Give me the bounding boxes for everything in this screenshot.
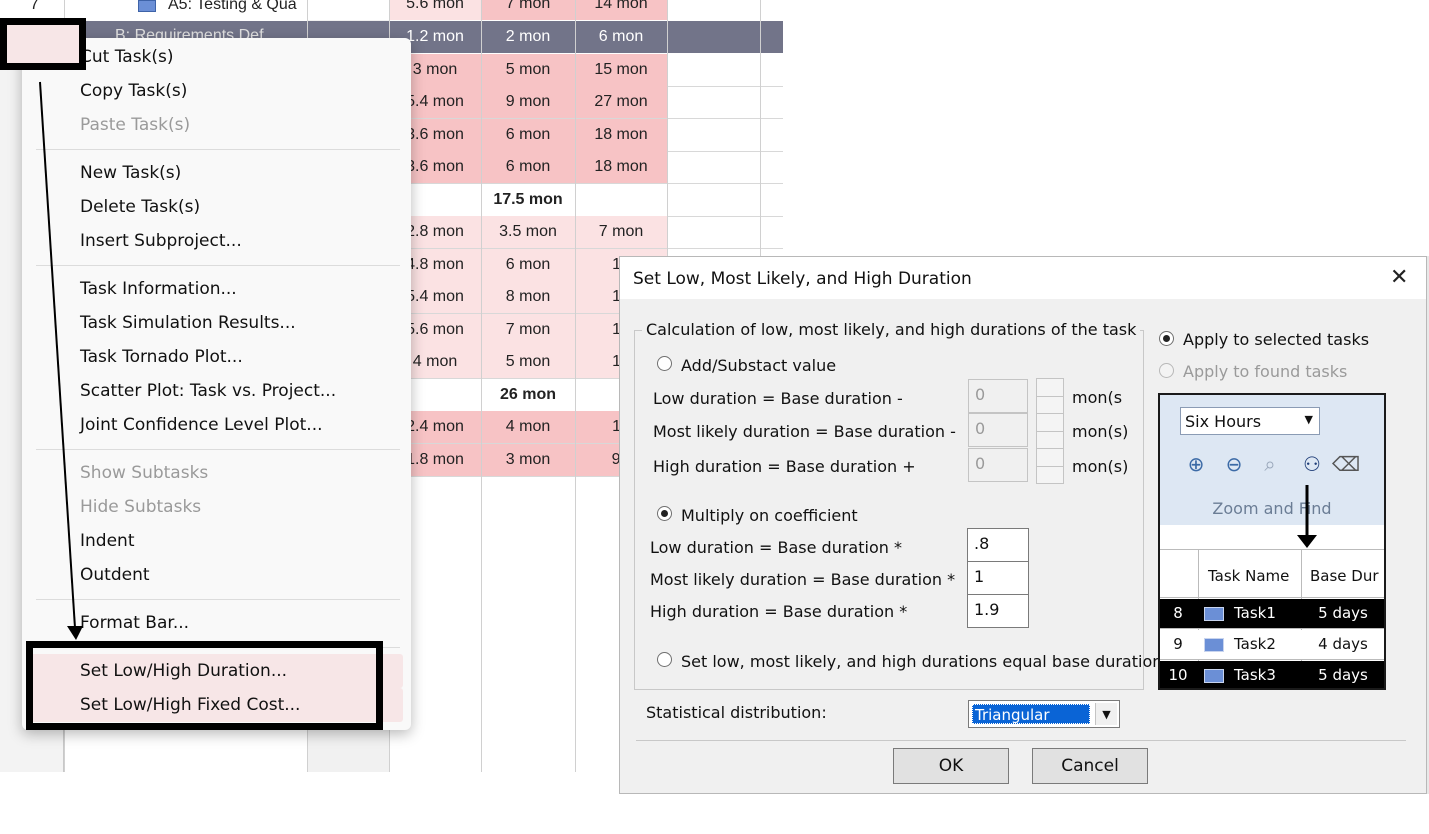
thumbnail-arrow [1297, 485, 1317, 548]
task-duration: 4 days [1318, 635, 1368, 653]
row-id: 10 [1168, 666, 1188, 684]
add-low-field[interactable]: 0 [968, 379, 1028, 413]
groupbox-title: Calculation of low, most likely, and hig… [642, 320, 1141, 339]
add-likely-label: Most likely duration = Base duration - [653, 422, 956, 441]
screenshot-canvas: { "sheet": { "row_top_id": "7", "row_top… [0, 0, 1429, 834]
task-icon [1204, 638, 1224, 652]
add-low-spinner[interactable] [1036, 378, 1064, 414]
distribution-select-value: Triangular [972, 704, 1090, 724]
apply-selected-label: Apply to selected tasks [1183, 330, 1370, 349]
dialog-title: Set Low, Most Likely, and High Duration [633, 269, 972, 289]
add-substract-label: Add/Substact value [681, 356, 837, 375]
col-task-name: Task Name [1208, 567, 1290, 585]
cancel-button[interactable]: Cancel [1032, 748, 1148, 784]
apply-selected-radio[interactable] [1159, 331, 1174, 346]
distribution-label: Statistical distribution: [646, 703, 827, 722]
mul-low-field[interactable]: .8 [967, 528, 1029, 562]
task-duration: 5 days [1318, 666, 1368, 684]
table-row[interactable]: 10 Task3 5 days [1160, 661, 1384, 688]
add-low-label: Low duration = Base duration - [653, 389, 903, 408]
row-id: 9 [1173, 635, 1183, 653]
duration-dialog: Set Low, Most Likely, and High Duration … [619, 256, 1427, 794]
mul-high-field[interactable]: 1.9 [967, 594, 1029, 628]
task-name: Task2 [1234, 635, 1276, 653]
add-substract-radio[interactable] [657, 356, 672, 371]
task-name: Task3 [1234, 666, 1276, 684]
mul-likely-field[interactable]: 1 [967, 561, 1029, 595]
multiply-label: Multiply on coefficient [681, 506, 858, 525]
add-likely-field[interactable]: 0 [968, 413, 1028, 447]
add-high-label: High duration = Base duration + [653, 457, 916, 476]
add-high-field[interactable]: 0 [968, 448, 1028, 482]
dialog-divider [636, 740, 1406, 741]
task-duration: 5 days [1318, 604, 1368, 622]
mul-low-label: Low duration = Base duration * [650, 538, 902, 557]
add-high-spinner[interactable] [1036, 448, 1064, 484]
task-name: Task1 [1234, 604, 1276, 622]
close-icon[interactable]: ✕ [1390, 265, 1408, 290]
table-row[interactable]: 8 Task1 5 days [1160, 599, 1384, 629]
chevron-down-icon[interactable]: ▼ [1095, 703, 1117, 725]
apply-found-radio[interactable] [1159, 363, 1174, 378]
task-icon [1204, 669, 1224, 683]
row-id: 8 [1173, 604, 1183, 622]
help-thumbnail: Six Hours ▼ ⊕ ⊖ ⌕ ⚇ ⌫ Zoom and Find Task… [1158, 393, 1386, 690]
col-base-dur: Base Dur [1310, 567, 1379, 585]
unit-label: mon(s [1072, 388, 1123, 407]
task-icon [1204, 607, 1224, 621]
distribution-select[interactable]: Triangular ▼ [968, 700, 1120, 728]
table-row[interactable]: 9 Task2 4 days [1160, 630, 1384, 660]
mul-high-label: High duration = Base duration * [650, 602, 908, 621]
multiply-radio[interactable] [657, 506, 672, 521]
equal-base-radio[interactable] [657, 652, 672, 667]
ok-button[interactable]: OK [893, 748, 1009, 784]
mul-likely-label: Most likely duration = Base duration * [650, 570, 956, 589]
add-likely-spinner[interactable] [1036, 413, 1064, 449]
unit-label: mon(s) [1072, 422, 1129, 441]
apply-found-label: Apply to found tasks [1183, 362, 1348, 381]
unit-label: mon(s) [1072, 457, 1129, 476]
equal-base-label: Set low, most likely, and high durations… [681, 652, 1163, 671]
